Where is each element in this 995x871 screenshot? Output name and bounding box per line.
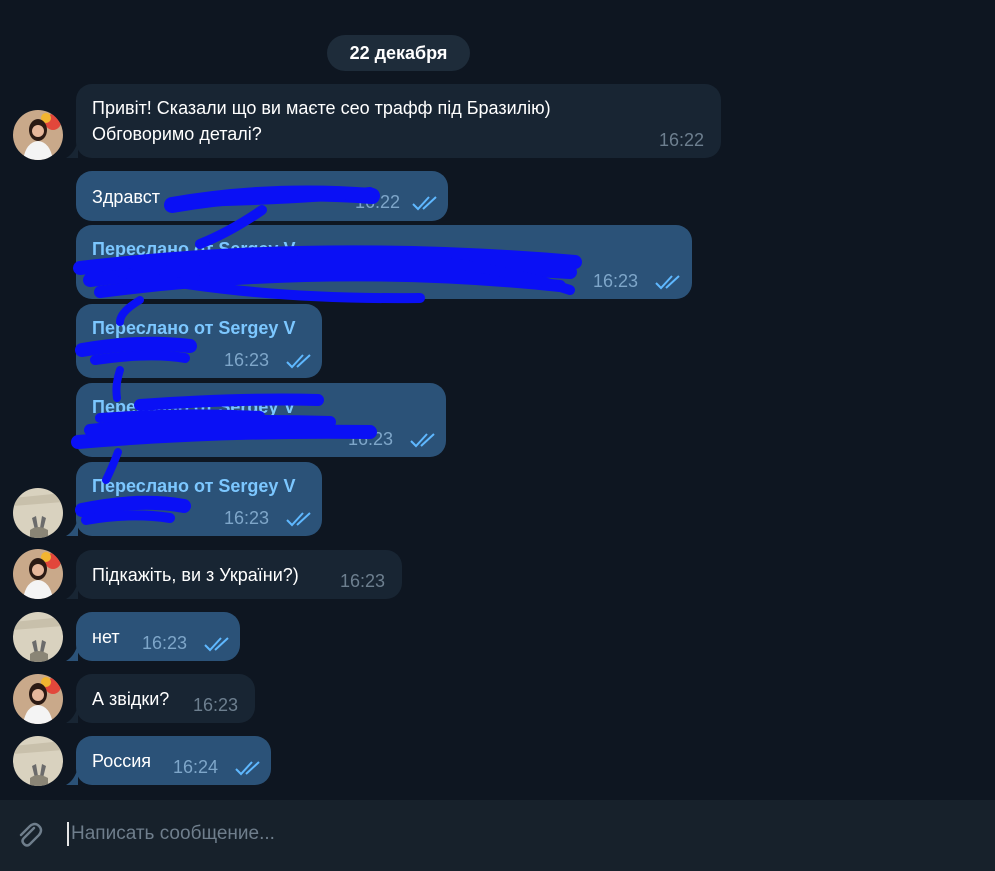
message-composer [0,800,995,871]
double-check-icon [412,196,437,211]
message-bubble-outgoing[interactable]: нет 16:23 [76,612,240,661]
date-separator: 22 декабря [327,35,470,71]
chat-window: 22 декабря Привіт! Сказали що ви маєте с… [0,0,995,871]
forwarded-header: Переслано от Sergey V [92,476,296,496]
message-bubble-outgoing[interactable]: Здравст 16:22 [76,171,448,221]
double-check-icon [235,761,260,776]
text-cursor [67,822,69,846]
avatar-contact[interactable] [13,549,63,599]
message-time: 16:23 [224,350,270,370]
avatar-self[interactable] [13,612,63,662]
forwarded-header: Переслано от Sergey V [92,318,296,338]
forwarded-header: Переслано от Sergey V [92,239,296,259]
message-input[interactable] [71,818,951,850]
message-bubble-outgoing[interactable]: Переслано от Sergey V 16:23 [76,225,692,299]
message-text: Привіт! Сказали що ви маєте сео трафф пі… [92,98,551,118]
avatar-contact[interactable] [13,674,63,724]
double-check-icon [286,354,311,369]
message-text: Россия [92,751,152,771]
message-time: 16:22 [659,130,705,150]
double-check-icon [655,275,680,290]
message-time: 16:23 [593,271,639,291]
message-text: нет [92,627,120,647]
message-text: А звідки? [92,689,170,709]
double-check-icon [286,512,311,527]
message-time: 16:23 [340,571,386,591]
message-text: Обговоримо деталі? [92,124,262,144]
forwarded-header: Переслано от Sergey V [92,397,296,417]
message-text: Підкажіть, ви з України?) [92,565,299,585]
avatar-self[interactable] [13,488,63,538]
message-time: 16:23 [142,633,188,653]
double-check-icon [204,637,229,652]
message-time: 16:23 [348,429,394,449]
message-bubble-incoming[interactable]: А звідки? 16:23 [76,674,255,723]
message-time: 16:23 [193,695,239,715]
message-time: 16:24 [173,757,219,777]
avatar-self[interactable] [13,736,63,786]
message-bubble-outgoing[interactable]: Переслано от Sergey V 16:23 [76,383,446,457]
message-text: Здравст [92,187,161,207]
message-bubble-incoming[interactable]: Привіт! Сказали що ви маєте сео трафф пі… [76,84,721,158]
message-bubble-incoming[interactable]: Підкажіть, ви з України?) 16:23 [76,550,402,599]
message-time: 16:23 [224,508,270,528]
avatar-contact[interactable] [13,110,63,160]
message-bubble-outgoing[interactable]: Россия 16:24 [76,736,271,785]
paperclip-icon[interactable] [14,820,44,850]
message-bubble-outgoing[interactable]: Переслано от Sergey V 16:23 [76,304,322,378]
message-time: 16:22 [355,192,401,212]
double-check-icon [410,433,435,448]
message-bubble-outgoing[interactable]: Переслано от Sergey V 16:23 [76,462,322,536]
